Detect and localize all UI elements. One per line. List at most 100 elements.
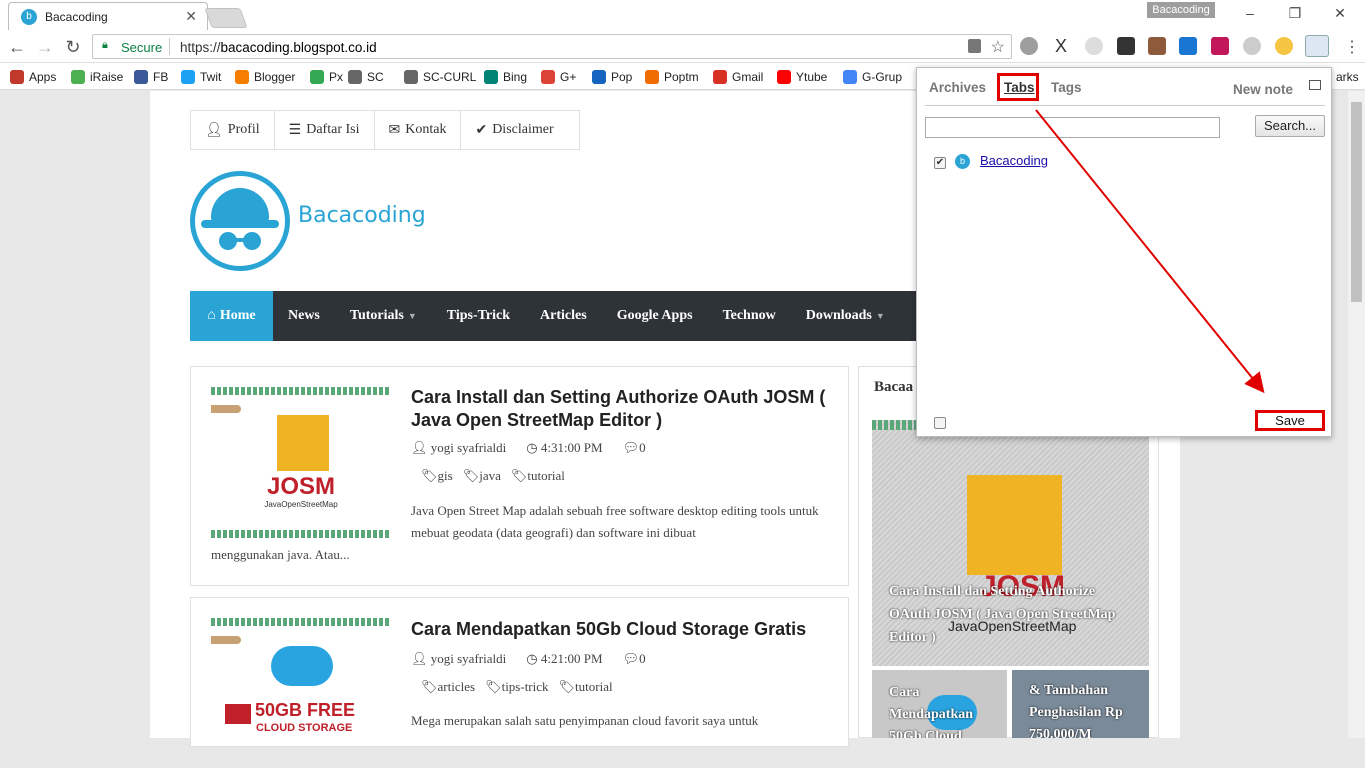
site-logo-icon[interactable] — [190, 171, 290, 271]
tab-item-link[interactable]: Bacacoding — [980, 153, 1048, 168]
small-post-caption: Cara Mendapatkan 50Gb Cloud — [889, 685, 974, 738]
bookmark-g-grup[interactable]: G-Grup — [843, 68, 902, 86]
bookmark-pop[interactable]: Pop — [592, 68, 632, 86]
post-thumbnail[interactable]: 50GB FREE CLOUD STORAGE — [211, 618, 391, 768]
tag-link[interactable]: 🏷︎gis — [421, 468, 453, 484]
minimize-icon[interactable]: – — [1235, 4, 1265, 22]
bookmark-poptm[interactable]: Poptm — [645, 68, 699, 86]
tab-close-icon[interactable]: ✕ — [185, 8, 197, 25]
browser-title-bar: b Bacacoding ✕ Bacacoding – ❐ ✕ — [0, 0, 1365, 30]
post-excerpt: Mega merupakan salah satu penyimpanan cl… — [411, 713, 759, 728]
tag-link[interactable]: 🏷︎tips-trick — [485, 679, 548, 695]
bookmark-label: iRaise — [90, 70, 124, 84]
extension-circle-icon[interactable] — [1085, 37, 1103, 55]
home-icon: ⌂ — [207, 308, 216, 323]
extension-camera-icon[interactable] — [1148, 37, 1166, 55]
map-icon — [967, 475, 1062, 575]
extension-bird-icon[interactable] — [1211, 37, 1229, 55]
tab-favicon-icon: b — [21, 9, 37, 25]
browser-tab[interactable]: b Bacacoding ✕ — [8, 2, 208, 30]
nav-label: Technow — [722, 308, 776, 323]
post-comments[interactable]: 💬︎0 — [623, 651, 646, 667]
address-bar[interactable]: 🔒︎ Secure https://bacacoding.blogspot.co… — [92, 34, 1012, 59]
new-window-icon[interactable] — [1309, 80, 1321, 90]
post-excerpt: Java Open Street Map adalah sebuah free … — [411, 503, 819, 540]
page-action-icon[interactable] — [968, 39, 981, 53]
user-icon: 👤︎ — [411, 651, 431, 666]
bookmark-label: Ytube — [796, 70, 828, 84]
post-tags: 🏷︎gis 🏷︎java 🏷︎tutorial — [421, 468, 565, 484]
new-tab-button[interactable] — [204, 8, 248, 28]
post-title[interactable]: Cara Mendapatkan 50Gb Cloud Storage Grat… — [411, 618, 831, 641]
nav-home[interactable]: ⌂ Home — [190, 291, 273, 341]
tag-link[interactable]: 🏷︎articles — [421, 679, 475, 695]
tag-link[interactable]: 🏷︎tutorial — [511, 468, 565, 484]
scrollbar-thumb[interactable] — [1351, 102, 1362, 302]
nav-google-apps[interactable]: Google Apps — [602, 291, 708, 341]
sidebar-small-post[interactable]: Cara Mendapatkan 50Gb Cloud — [872, 670, 1007, 738]
post-author[interactable]: 👤︎ yogi syafrialdi — [411, 651, 506, 667]
extension-x-icon[interactable]: X — [1052, 37, 1070, 55]
sidebar-featured-post[interactable]: JOSM JavaOpenStreetMap Cara Install dan … — [872, 420, 1149, 666]
tab-item-checkbox[interactable]: ✔ — [934, 157, 946, 169]
new-note-link[interactable]: New note — [1233, 82, 1293, 97]
sc-icon — [348, 70, 362, 84]
comment-icon: 💬︎ — [622, 440, 640, 455]
top-nav-daftar-isi[interactable]: ☰ Daftar Isi — [275, 111, 375, 149]
bookmark-iraise[interactable]: iRaise — [71, 68, 123, 86]
bookmark-apps[interactable]: Apps — [10, 68, 56, 86]
nav-articles[interactable]: Articles — [525, 291, 602, 341]
post-author[interactable]: 👤︎ yogi syafrialdi — [411, 440, 506, 456]
user-icon: 👤︎ — [205, 122, 223, 138]
profile-badge[interactable]: Bacacoding — [1147, 2, 1215, 18]
bookmarks-overflow[interactable]: arks — [1336, 68, 1359, 86]
extension-face-icon[interactable] — [1275, 37, 1293, 55]
tag-link[interactable]: 🏷︎tutorial — [559, 679, 613, 695]
bookmark-blogger[interactable]: Blogger — [235, 68, 295, 86]
back-arrow-icon[interactable]: ← — [6, 36, 28, 58]
bookmark-bing[interactable]: Bing — [484, 68, 527, 86]
popup-tab-archives[interactable]: Archives — [929, 80, 986, 95]
extension-notes-icon[interactable] — [1305, 35, 1329, 57]
nav-tips-trick[interactable]: Tips-Trick — [432, 291, 525, 341]
extension-notification-icon[interactable] — [1117, 37, 1135, 55]
save-button[interactable]: Save — [1255, 410, 1325, 431]
post-title[interactable]: Cara Install dan Setting Authorize OAuth… — [411, 386, 831, 432]
bookmark-sc-curl[interactable]: SC-CURL — [404, 68, 476, 86]
close-window-icon[interactable]: ✕ — [1325, 4, 1355, 22]
extension-cube-icon[interactable] — [1020, 37, 1038, 55]
site-top-nav: 👤︎ Profil ☰ Daftar Isi ✉ Kontak ✔ Disclaimer — [190, 110, 580, 150]
tag-link[interactable]: 🏷︎java — [463, 468, 501, 484]
bookmark-ytube[interactable]: Ytube — [777, 68, 827, 86]
reload-icon[interactable]: ↻ — [62, 36, 84, 58]
site-name[interactable]: Bacacoding — [298, 203, 426, 228]
restore-icon[interactable]: ❐ — [1280, 4, 1310, 22]
nav-news[interactable]: News — [273, 291, 335, 341]
bookmark-px[interactable]: Px — [310, 68, 343, 86]
menu-kebab-icon[interactable]: ⋮ — [1344, 37, 1360, 57]
popup-search-button[interactable]: Search... — [1255, 115, 1325, 137]
extension-s-icon[interactable] — [1179, 37, 1197, 55]
post-comments[interactable]: 💬︎0 — [623, 440, 646, 456]
bookmark-fb[interactable]: FB — [134, 68, 168, 86]
bookmark-star-icon[interactable]: ☆ — [991, 37, 1005, 57]
bookmark-g-[interactable]: G+ — [541, 68, 576, 86]
post-thumbnail[interactable]: JOSM JavaOpenStreetMap — [211, 387, 391, 538]
bookmark-twit[interactable]: Twit — [181, 68, 221, 86]
nav-downloads[interactable]: Downloads ▼ — [791, 291, 900, 341]
bookmark-sc[interactable]: SC — [348, 68, 384, 86]
nav-tutorials[interactable]: Tutorials ▼ — [335, 291, 432, 341]
top-nav-disclaimer[interactable]: ✔ Disclaimer — [461, 111, 567, 149]
top-nav-kontak[interactable]: ✉ Kontak — [375, 111, 462, 149]
popup-tab-tags[interactable]: Tags — [1051, 80, 1082, 95]
select-all-checkbox[interactable] — [934, 417, 946, 429]
sidebar-small-post[interactable]: & Tambahan Penghasilan Rp 750.000/M — [1012, 670, 1149, 738]
extension-m-icon[interactable] — [1243, 37, 1261, 55]
bookmark-gmail[interactable]: Gmail — [713, 68, 763, 86]
url-text[interactable]: https://bacacoding.blogspot.co.id — [180, 40, 377, 55]
youtube-icon — [777, 70, 791, 84]
nav-technow[interactable]: Technow — [708, 291, 791, 341]
forward-arrow-icon[interactable]: → — [34, 36, 56, 58]
popup-search-input[interactable] — [925, 117, 1220, 138]
top-nav-profil[interactable]: 👤︎ Profil — [191, 111, 275, 149]
